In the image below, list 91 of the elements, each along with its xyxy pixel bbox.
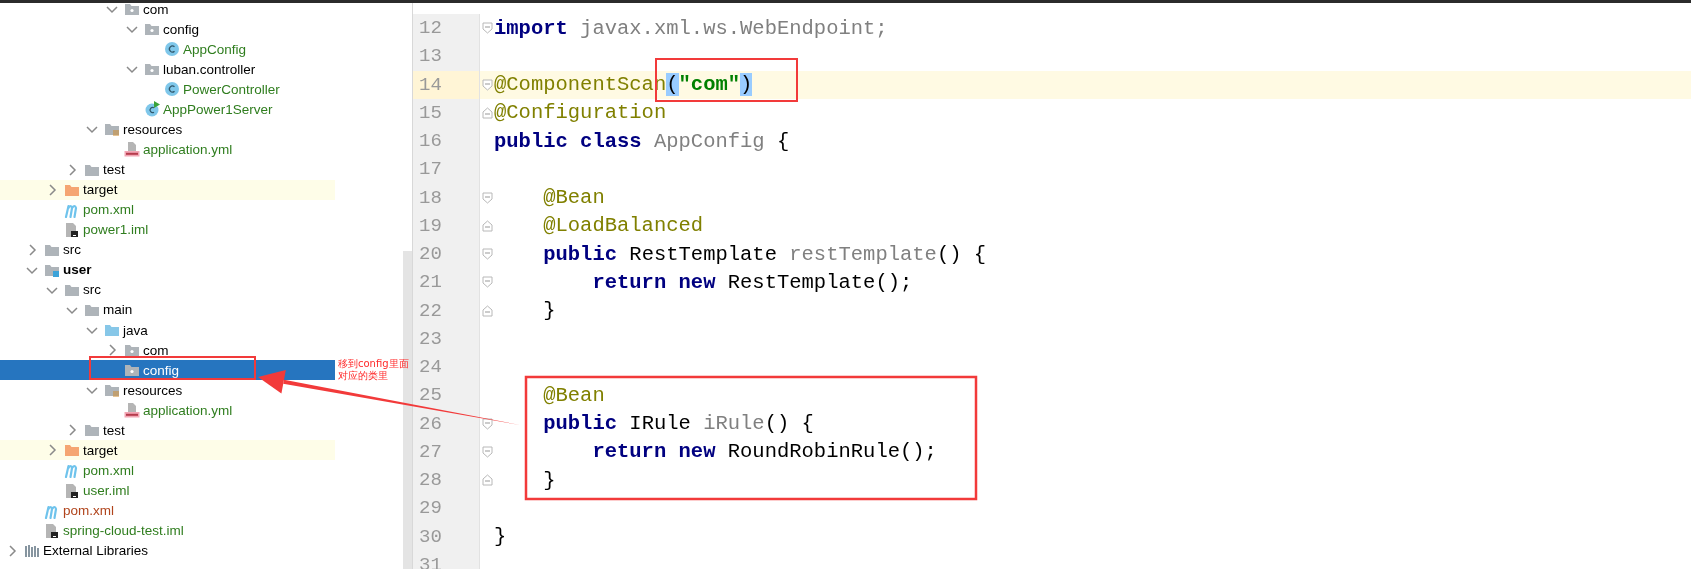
tree-item[interactable]: test <box>0 420 335 441</box>
line-number: 28 <box>419 469 442 492</box>
file-icon <box>64 482 80 499</box>
class-icon <box>144 101 160 118</box>
fold-icon[interactable] <box>481 78 493 91</box>
line-number: 18 <box>419 186 442 209</box>
fold-icon[interactable] <box>481 304 493 317</box>
tree-item[interactable]: com <box>0 3 335 20</box>
tree-item[interactable]: AppPower1Server <box>0 99 335 120</box>
tree-item[interactable]: src <box>0 239 335 260</box>
tree-item[interactable]: resources <box>0 119 335 140</box>
line-number: 17 <box>419 158 442 181</box>
package-icon <box>144 61 160 78</box>
line-number: 26 <box>419 412 442 435</box>
tree-item[interactable]: test <box>0 159 335 180</box>
tree-item[interactable]: main <box>0 299 335 320</box>
package-icon <box>144 21 160 38</box>
package-icon <box>124 362 140 379</box>
line-number: 16 <box>419 130 442 153</box>
fold-icon[interactable] <box>481 276 493 289</box>
yml-file-icon <box>124 141 140 158</box>
line-number: 25 <box>419 384 442 407</box>
package-icon <box>124 342 140 359</box>
tree-item[interactable]: PowerController <box>0 79 335 100</box>
line-number: 19 <box>419 214 442 237</box>
tree-item[interactable]: pom.xml <box>0 199 335 220</box>
tree-item[interactable]: application.yml <box>0 139 335 160</box>
fold-icon[interactable] <box>481 219 493 232</box>
line-number: 27 <box>419 440 442 463</box>
libraries-icon <box>24 542 40 559</box>
folder-icon <box>104 382 120 399</box>
tree-item[interactable]: pom.xml <box>0 500 335 521</box>
code-line: } <box>542 299 556 323</box>
fold-icon[interactable] <box>481 417 493 430</box>
folder-icon <box>84 422 100 439</box>
tree-item[interactable]: AppConfig <box>0 39 335 60</box>
code-line: } <box>542 468 556 492</box>
tree-item[interactable]: External Libraries <box>0 540 335 561</box>
code-line: @Bean <box>542 383 605 407</box>
line-number: 24 <box>419 356 442 379</box>
folder-icon <box>104 322 120 339</box>
code-line: import javax.xml.ws.WebEndpoint; <box>494 16 888 40</box>
fold-icon[interactable] <box>481 445 493 458</box>
tree-item[interactable]: java <box>0 320 335 341</box>
file-icon <box>64 221 80 238</box>
line-number: 13 <box>419 45 442 68</box>
code-line: @Bean <box>542 186 605 210</box>
tree-item[interactable]: resources <box>0 380 335 401</box>
tree-item[interactable]: target <box>0 440 335 461</box>
tree-item[interactable]: spring-cloud-test.iml <box>0 520 335 541</box>
line-number: 30 <box>419 525 442 548</box>
annotation-note: 移到config里面对应的类里 <box>338 358 410 382</box>
file-icon <box>44 522 60 539</box>
tree-item[interactable]: application.yml <box>0 400 335 421</box>
class-icon <box>164 41 180 58</box>
folder-icon <box>64 442 80 459</box>
package-icon <box>124 3 140 18</box>
fold-icon[interactable] <box>481 474 493 487</box>
tree-item[interactable]: config <box>0 360 335 381</box>
fold-icon[interactable] <box>481 191 493 204</box>
folder-icon <box>104 121 120 138</box>
line-number: 12 <box>419 17 442 40</box>
tree-item[interactable]: user.iml <box>0 480 335 501</box>
fold-icon[interactable] <box>481 248 493 261</box>
line-number: 14 <box>419 73 442 96</box>
code-line: public RestTemplate restTemplate() { <box>542 242 987 266</box>
fold-icon[interactable] <box>481 22 493 35</box>
tree-item[interactable]: src <box>0 279 335 300</box>
tree-item[interactable]: config <box>0 19 335 40</box>
line-number: 20 <box>419 243 442 266</box>
tree-item[interactable]: com <box>0 340 335 361</box>
code-line: public IRule iRule() { <box>542 412 814 436</box>
code-line: public class AppConfig { <box>494 129 790 153</box>
tree-item[interactable]: power1.iml <box>0 219 335 240</box>
line-number: 15 <box>419 101 442 124</box>
code-line: } <box>494 525 507 549</box>
code-line: @LoadBalanced <box>542 214 704 238</box>
fold-icon[interactable] <box>481 106 493 119</box>
line-number: 23 <box>419 327 442 350</box>
class-icon <box>164 81 180 98</box>
tree-item[interactable]: pom.xml <box>0 460 335 481</box>
code-line: return new RestTemplate(); <box>591 270 913 294</box>
code-line: @Configuration <box>494 101 667 125</box>
code-line: return new RoundRobinRule(); <box>591 440 937 464</box>
tree-item[interactable]: user <box>0 259 335 280</box>
tree-item[interactable]: target <box>0 179 335 200</box>
line-number: 21 <box>419 271 442 294</box>
tree-item[interactable]: luban.controller <box>0 59 335 80</box>
yml-file-icon <box>124 402 140 419</box>
line-number: 29 <box>419 497 442 520</box>
line-number: 22 <box>419 299 442 322</box>
